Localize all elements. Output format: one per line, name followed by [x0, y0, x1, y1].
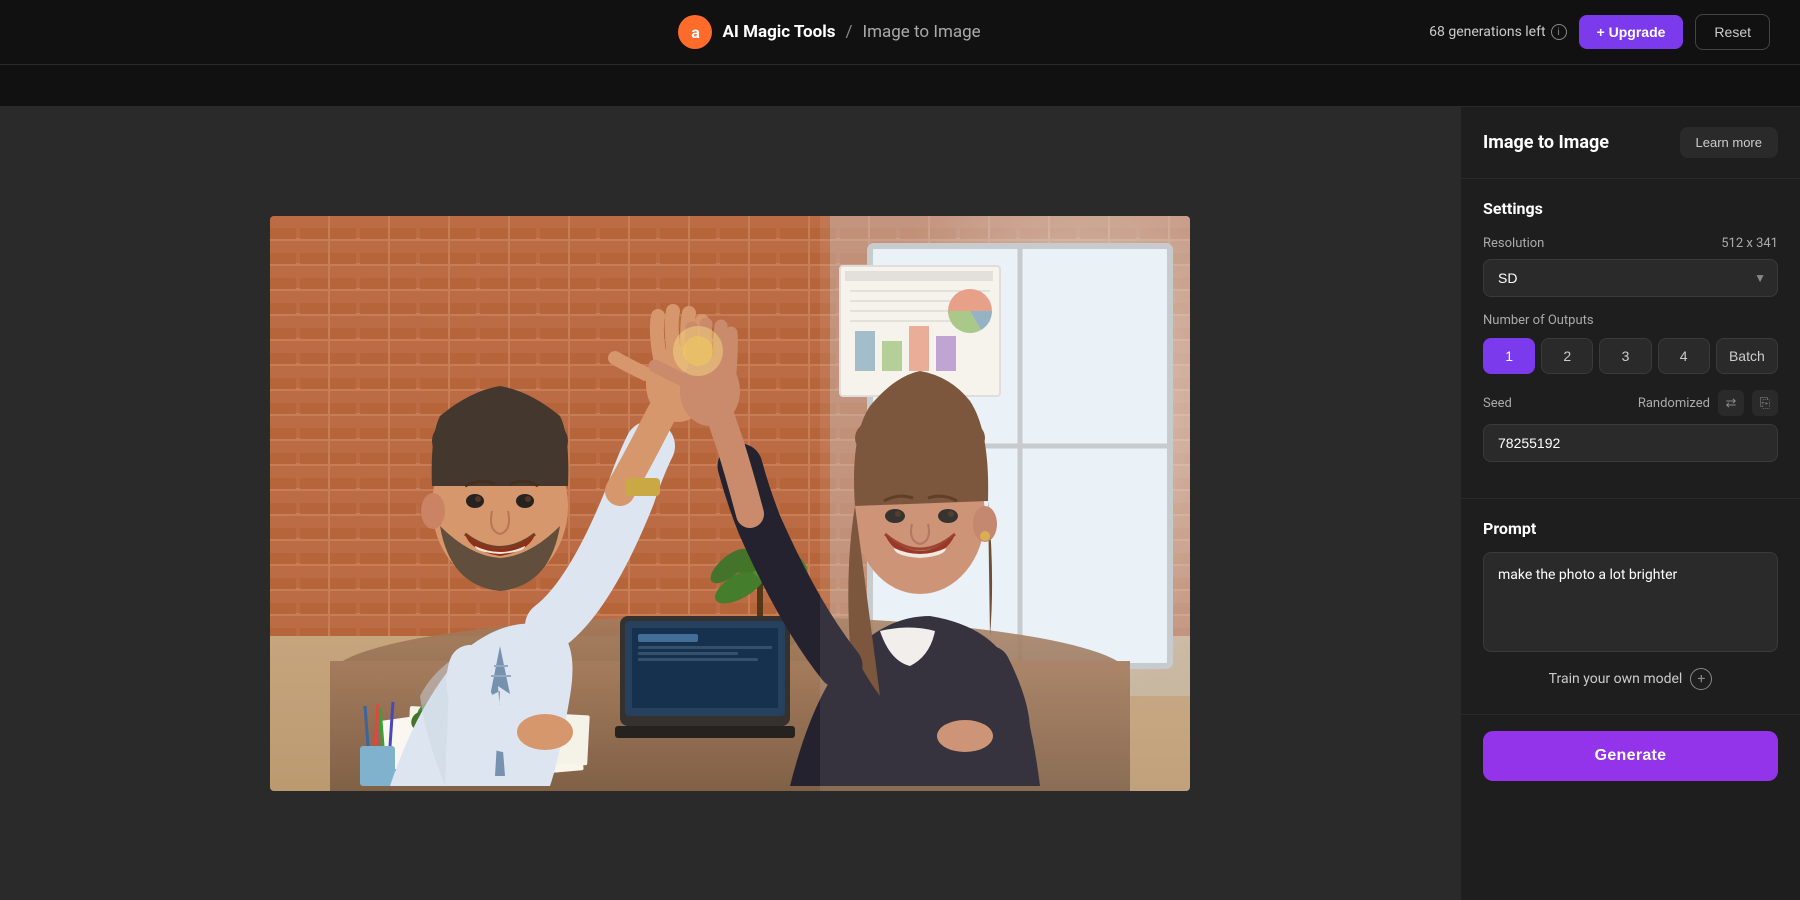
seed-randomized: Randomized ⇄ ⎘	[1638, 390, 1778, 416]
prompt-textarea[interactable]	[1483, 552, 1778, 652]
image-to-image-title: Image to Image	[1483, 132, 1609, 153]
settings-section: Settings Resolution 512 x 341 SD HD Full…	[1461, 179, 1800, 499]
settings-title: Settings	[1483, 199, 1778, 218]
train-model-row[interactable]: Train your own model +	[1483, 656, 1778, 694]
main-image	[270, 216, 1190, 791]
image-container	[270, 216, 1190, 791]
generate-button[interactable]: Generate	[1483, 731, 1778, 781]
section-header: Image to Image Learn more	[1483, 127, 1778, 158]
topbar-right: 68 generations left i + Upgrade Reset	[1429, 14, 1770, 50]
main-content: Image to Image Learn more Settings Resol…	[0, 107, 1800, 900]
seed-label: Seed	[1483, 396, 1512, 411]
resolution-row: Resolution 512 x 341 SD HD Full HD ▼	[1483, 236, 1778, 297]
output-4-button[interactable]: 4	[1658, 338, 1710, 374]
output-1-button[interactable]: 1	[1483, 338, 1535, 374]
canvas-area	[0, 107, 1460, 900]
generations-count: 68 generations left	[1429, 24, 1545, 40]
copy-icon[interactable]: ⎘	[1752, 390, 1778, 416]
resolution-value: 512 x 341	[1721, 236, 1778, 251]
resolution-dropdown-wrapper: SD HD Full HD ▼	[1483, 259, 1778, 297]
outputs-row: Number of Outputs 1 2 3 4 Batch	[1483, 313, 1778, 374]
breadcrumb-title: AI Magic Tools	[722, 22, 835, 42]
output-3-button[interactable]: 3	[1599, 338, 1651, 374]
seed-randomized-text: Randomized	[1638, 396, 1710, 411]
output-2-button[interactable]: 2	[1541, 338, 1593, 374]
seed-input[interactable]	[1483, 424, 1778, 462]
seed-label-row: Seed Randomized ⇄ ⎘	[1483, 390, 1778, 416]
app-icon: a	[678, 15, 712, 49]
reset-button[interactable]: Reset	[1695, 14, 1770, 50]
info-icon[interactable]: i	[1551, 24, 1567, 40]
resolution-label-row: Resolution 512 x 341	[1483, 236, 1778, 251]
prompt-section: Prompt Train your own model +	[1461, 499, 1800, 715]
output-buttons-group: 1 2 3 4 Batch	[1483, 338, 1778, 374]
resolution-label: Resolution	[1483, 236, 1544, 251]
topbar: a AI Magic Tools / Image to Image 68 gen…	[0, 0, 1800, 65]
breadcrumb-sub: Image to Image	[862, 22, 980, 42]
resolution-select[interactable]: SD HD Full HD	[1483, 259, 1778, 297]
outputs-label: Number of Outputs	[1483, 313, 1778, 328]
upgrade-button[interactable]: + Upgrade	[1579, 15, 1684, 49]
subtoolbar	[0, 65, 1800, 107]
topbar-center: a AI Magic Tools / Image to Image	[678, 15, 980, 49]
batch-button[interactable]: Batch	[1716, 338, 1778, 374]
train-plus-icon: +	[1690, 668, 1712, 690]
breadcrumb-sep: /	[845, 22, 852, 42]
prompt-title: Prompt	[1483, 519, 1778, 538]
right-sidebar: Image to Image Learn more Settings Resol…	[1460, 107, 1800, 900]
shuffle-icon[interactable]: ⇄	[1718, 390, 1744, 416]
generations-left: 68 generations left i	[1429, 24, 1566, 40]
image-to-image-section: Image to Image Learn more	[1461, 107, 1800, 179]
train-model-label: Train your own model	[1549, 671, 1683, 687]
learn-more-button[interactable]: Learn more	[1680, 127, 1778, 158]
seed-row: Seed Randomized ⇄ ⎘	[1483, 390, 1778, 462]
